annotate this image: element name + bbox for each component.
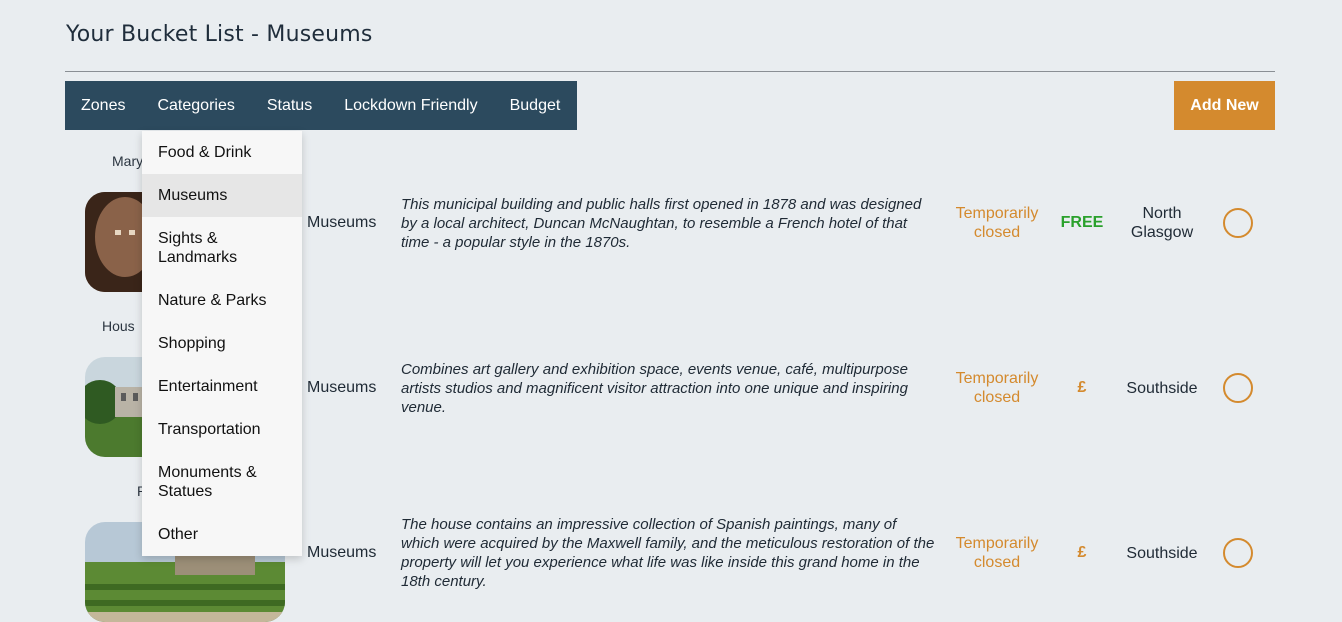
row-category: Museums bbox=[307, 544, 377, 561]
row-zone: Southside bbox=[1126, 545, 1198, 562]
row-description: The house contains an impressive collect… bbox=[401, 516, 935, 590]
dropdown-item-other[interactable]: Other bbox=[142, 513, 302, 556]
row-price: £ bbox=[1077, 544, 1087, 561]
visited-toggle[interactable] bbox=[1223, 208, 1253, 238]
dropdown-item-entertainment[interactable]: Entertainment bbox=[142, 365, 302, 408]
dropdown-item-transportation[interactable]: Transportation bbox=[142, 408, 302, 451]
row-status: Temporarily closed bbox=[955, 370, 1039, 406]
filter-navbar: Zones Categories Status Lockdown Friendl… bbox=[65, 81, 577, 130]
row-status: Temporarily closed bbox=[955, 535, 1039, 571]
row-price: £ bbox=[1077, 379, 1087, 396]
dropdown-item-shopping[interactable]: Shopping bbox=[142, 322, 302, 365]
title-divider bbox=[65, 71, 1275, 72]
nav-categories[interactable]: Categories bbox=[141, 81, 250, 130]
dropdown-item-nature-parks[interactable]: Nature & Parks bbox=[142, 279, 302, 322]
row-zone: North Glasgow bbox=[1130, 205, 1194, 241]
nav-lockdown-friendly[interactable]: Lockdown Friendly bbox=[328, 81, 493, 130]
page-title: Your Bucket List - Museums bbox=[66, 22, 373, 47]
add-new-button[interactable]: Add New bbox=[1174, 81, 1275, 130]
row-category: Museums bbox=[307, 214, 377, 231]
categories-dropdown: Food & Drink Museums Sights & Landmarks … bbox=[142, 131, 302, 556]
nav-status[interactable]: Status bbox=[251, 81, 328, 130]
row-description: This municipal building and public halls… bbox=[401, 196, 922, 251]
nav-budget[interactable]: Budget bbox=[494, 81, 577, 130]
visited-toggle[interactable] bbox=[1223, 538, 1253, 568]
row-category: Museums bbox=[307, 379, 377, 396]
row-price: FREE bbox=[1060, 214, 1104, 231]
dropdown-item-sights-landmarks[interactable]: Sights & Landmarks bbox=[142, 217, 262, 279]
row-zone: Southside bbox=[1126, 380, 1198, 397]
row-description: Combines art gallery and exhibition spac… bbox=[401, 361, 908, 416]
nav-zones[interactable]: Zones bbox=[65, 81, 141, 130]
row-status: Temporarily closed bbox=[955, 205, 1039, 241]
visited-toggle[interactable] bbox=[1223, 373, 1253, 403]
row-title[interactable]: Hous bbox=[102, 318, 135, 334]
dropdown-item-monuments-statues[interactable]: Monuments & Statues bbox=[142, 451, 277, 513]
row-title[interactable]: Mary bbox=[112, 153, 143, 169]
dropdown-item-museums[interactable]: Museums bbox=[142, 174, 302, 217]
dropdown-item-food-drink[interactable]: Food & Drink bbox=[142, 131, 302, 174]
